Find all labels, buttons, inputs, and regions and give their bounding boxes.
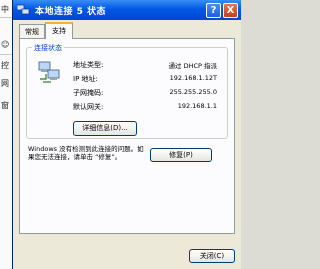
background-glyph: 控 (1, 61, 9, 70)
connection-status-dialog: 本地连接 5 状态 ? X 常规 支持 连接状态 地址类型: 通过 DHCP 指… (12, 0, 241, 269)
background-glyph: 网 (1, 79, 9, 88)
background-window: 中 ☺ 控 网 窗 (0, 0, 12, 269)
tab-general[interactable]: 常规 (19, 24, 45, 38)
address-type-label: 地址类型: (73, 61, 104, 69)
repair-button[interactable]: 修复(P) (150, 148, 212, 162)
network-connection-icon (17, 4, 30, 15)
default-gateway-value: 192.168.1.1 (177, 102, 217, 110)
close-button[interactable]: 关闭(C) (189, 249, 235, 263)
address-type-value: 通过 DHCP 指派 (168, 62, 217, 70)
group-label: 连接状态 (32, 43, 64, 53)
support-tab-panel: 连接状态 地址类型: 通过 DHCP 指派 IP 地址: 192.168.1.1… (19, 38, 235, 234)
window-title: 本地连接 5 状态 (35, 7, 107, 17)
ip-address-label: IP 地址: (73, 75, 98, 83)
subnet-mask-label: 子网掩码: (73, 89, 104, 97)
background-glyph: 窗 (1, 101, 9, 110)
details-button[interactable]: 详细信息(D)... (73, 121, 137, 136)
ip-address-value: 192.168.1.12T (169, 74, 217, 82)
connection-status-group: 连接状态 地址类型: 通过 DHCP 指派 IP 地址: 192.168.1.1… (26, 43, 228, 139)
divider (0, 17, 12, 18)
subnet-mask-value: 255.255.255.0 (169, 88, 217, 96)
default-gateway-label: 默认网关: (73, 103, 104, 111)
divider (0, 54, 12, 55)
background-glyph: 中 (1, 5, 9, 14)
background-glyph: ☺ (1, 40, 10, 49)
close-window-button[interactable]: X (223, 3, 238, 18)
repair-status-text: Windows 没有检测到此连接的问题。如果您无法连接，请单击 “修复”。 (28, 145, 144, 161)
network-computers-icon (38, 61, 60, 83)
help-button[interactable]: ? (206, 3, 221, 18)
title-bar[interactable]: 本地连接 5 状态 ? X (13, 0, 241, 20)
tab-support[interactable]: 支持 (45, 22, 73, 39)
